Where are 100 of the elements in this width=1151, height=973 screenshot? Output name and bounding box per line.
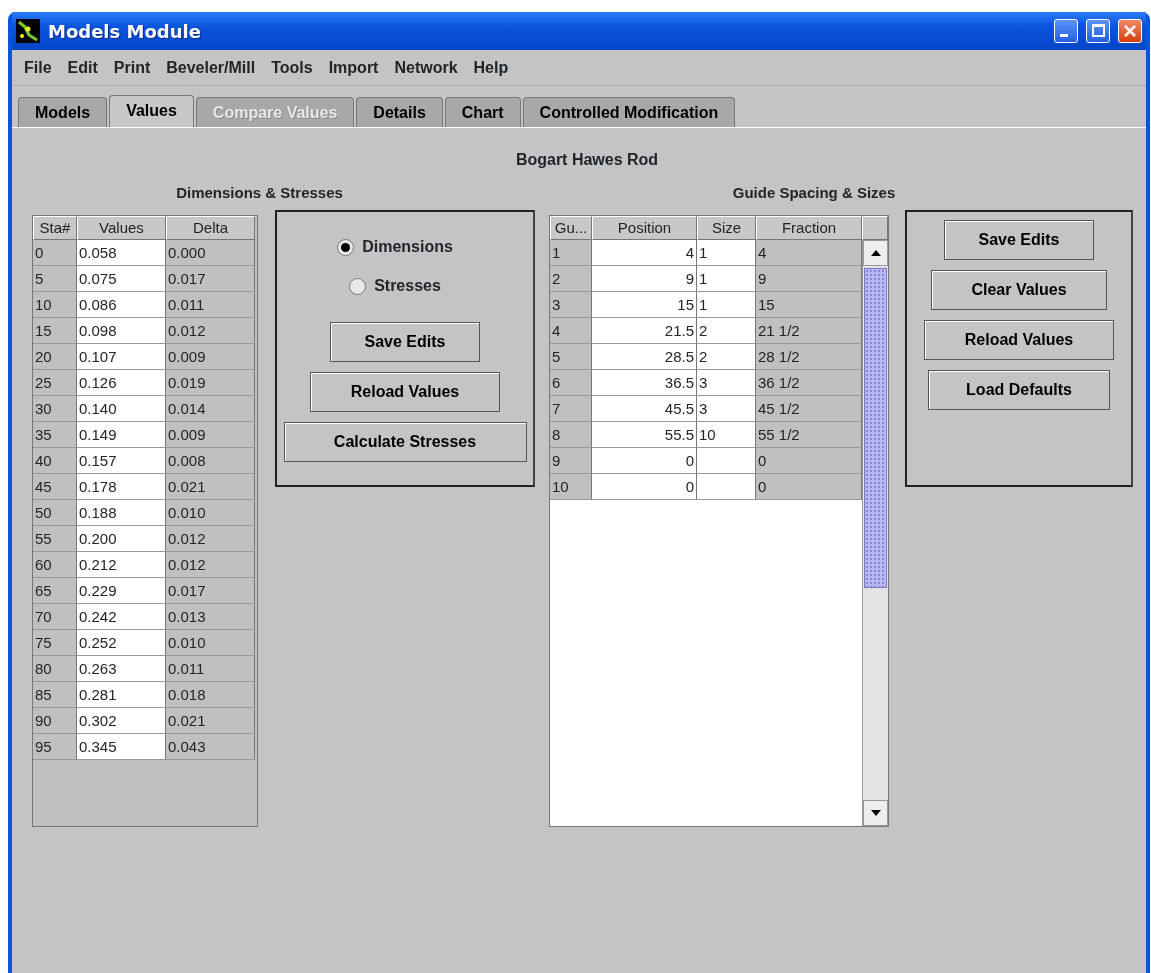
- section-heading: Guide Spacing & Sizes: [731, 183, 897, 203]
- table-cell[interactable]: 55.5: [592, 421, 697, 448]
- table-cell[interactable]: 0.107: [77, 343, 166, 370]
- table-cell[interactable]: 0.188: [77, 499, 166, 526]
- table-cell[interactable]: 3: [697, 395, 756, 422]
- table-cell: 0.010: [166, 629, 255, 656]
- table-cell: 0.009: [166, 421, 255, 448]
- table-cell[interactable]: 9: [592, 265, 697, 292]
- table-cell: 15: [756, 291, 862, 318]
- app-icon: [16, 19, 40, 43]
- table-cell[interactable]: 2: [697, 343, 756, 370]
- table-cell: 65: [33, 577, 77, 604]
- table-cell[interactable]: 0.200: [77, 525, 166, 552]
- radio-option[interactable]: Stresses: [349, 266, 441, 306]
- menu-item[interactable]: Tools: [263, 55, 321, 80]
- action-button[interactable]: Save Edits: [330, 321, 480, 362]
- table-cell[interactable]: 0.281: [77, 681, 166, 708]
- column-header[interactable]: Sta#: [33, 215, 77, 240]
- tab[interactable]: Chart: [444, 97, 521, 127]
- table-cell[interactable]: 21.5: [592, 317, 697, 344]
- table-cell: 0.017: [166, 265, 255, 292]
- table-cell[interactable]: 1: [697, 239, 756, 266]
- table-cell[interactable]: 0.058: [77, 239, 166, 266]
- column-header[interactable]: Values: [77, 215, 166, 240]
- scroll-thumb[interactable]: [864, 267, 887, 588]
- column-header[interactable]: Size: [697, 215, 756, 240]
- scroll-bar[interactable]: [862, 239, 888, 826]
- tab[interactable]: Details: [356, 97, 443, 127]
- table-cell[interactable]: 3: [697, 369, 756, 396]
- table-cell[interactable]: 0: [592, 447, 697, 474]
- radio-option[interactable]: Dimensions: [337, 227, 453, 267]
- menu-item[interactable]: File: [16, 55, 60, 80]
- action-button[interactable]: Clear Values: [931, 269, 1107, 310]
- table-cell[interactable]: 0.178: [77, 473, 166, 500]
- table-cell[interactable]: 0.126: [77, 369, 166, 396]
- table-cell[interactable]: 0.229: [77, 577, 166, 604]
- table-cell: 0.009: [166, 343, 255, 370]
- close-button[interactable]: [1118, 19, 1142, 43]
- table-cell: 10: [550, 473, 592, 500]
- action-button[interactable]: Reload Values: [310, 371, 500, 412]
- maximize-button[interactable]: [1086, 19, 1110, 43]
- table-cell: 35: [33, 421, 77, 448]
- scroll-down-icon[interactable]: [870, 809, 881, 816]
- action-button[interactable]: Calculate Stresses: [283, 421, 527, 462]
- radio-button[interactable]: [349, 277, 367, 295]
- table-cell: 5: [33, 265, 77, 292]
- action-button[interactable]: Load Defaults: [928, 369, 1110, 410]
- action-button[interactable]: Reload Values: [924, 319, 1114, 360]
- table-cell[interactable]: 36.5: [592, 369, 697, 396]
- table-cell[interactable]: 0: [592, 473, 697, 500]
- column-header[interactable]: Position: [592, 215, 697, 240]
- table-cell[interactable]: 0.242: [77, 603, 166, 630]
- minimize-button[interactable]: [1054, 19, 1078, 43]
- table-cell[interactable]: 1: [697, 291, 756, 318]
- table-cell: 75: [33, 629, 77, 656]
- menu-item[interactable]: Edit: [59, 55, 106, 80]
- menu-item[interactable]: Beveler/Mill: [158, 55, 264, 80]
- table-cell: 4: [550, 317, 592, 344]
- table-cell: 25: [33, 369, 77, 396]
- tab[interactable]: Values: [109, 95, 194, 127]
- table-cell[interactable]: 0.098: [77, 317, 166, 344]
- window-title: Models Module: [48, 19, 202, 44]
- column-header[interactable]: Fraction: [756, 215, 862, 240]
- table-cell[interactable]: 2: [697, 317, 756, 344]
- table-cell: 45 1/2: [756, 395, 862, 422]
- table-cell[interactable]: 0.086: [77, 291, 166, 318]
- menu-item[interactable]: Help: [465, 55, 517, 80]
- menu-item[interactable]: Network: [386, 55, 466, 80]
- table-cell[interactable]: 4: [592, 239, 697, 266]
- table-cell[interactable]: 15: [592, 291, 697, 318]
- table-cell[interactable]: 0.252: [77, 629, 166, 656]
- table-cell[interactable]: 0.302: [77, 707, 166, 734]
- table-cell[interactable]: 28.5: [592, 343, 697, 370]
- table-cell[interactable]: 0.263: [77, 655, 166, 682]
- tab[interactable]: Controlled Modification: [522, 97, 736, 127]
- menu-item[interactable]: Import: [320, 55, 387, 80]
- table-cell[interactable]: 0.212: [77, 551, 166, 578]
- table-cell: 0.011: [166, 291, 255, 318]
- table-cell[interactable]: 0.345: [77, 733, 166, 760]
- table-cell[interactable]: 0.075: [77, 265, 166, 292]
- table-cell: 0: [756, 447, 862, 474]
- column-header[interactable]: Gu...: [550, 215, 592, 240]
- table-cell[interactable]: 10: [697, 421, 756, 448]
- table-cell: 95: [33, 733, 77, 760]
- table-cell[interactable]: 0.157: [77, 447, 166, 474]
- column-header[interactable]: Delta: [166, 215, 255, 240]
- table-cell[interactable]: 0.140: [77, 395, 166, 422]
- close-icon[interactable]: [1123, 24, 1137, 38]
- action-button[interactable]: Save Edits: [944, 219, 1094, 260]
- scroll-up-icon[interactable]: [870, 249, 881, 256]
- table-cell: 0.008: [166, 447, 255, 474]
- table-cell: 0.043: [166, 733, 255, 760]
- table-cell[interactable]: 1: [697, 265, 756, 292]
- radio-button[interactable]: [337, 238, 355, 256]
- table-cell[interactable]: 45.5: [592, 395, 697, 422]
- tab[interactable]: Models: [18, 97, 108, 127]
- table-cell: 0.013: [166, 603, 255, 630]
- table-cell[interactable]: 0.149: [77, 421, 166, 448]
- menu-item[interactable]: Print: [105, 55, 159, 80]
- radio-label: Dimensions: [362, 237, 453, 257]
